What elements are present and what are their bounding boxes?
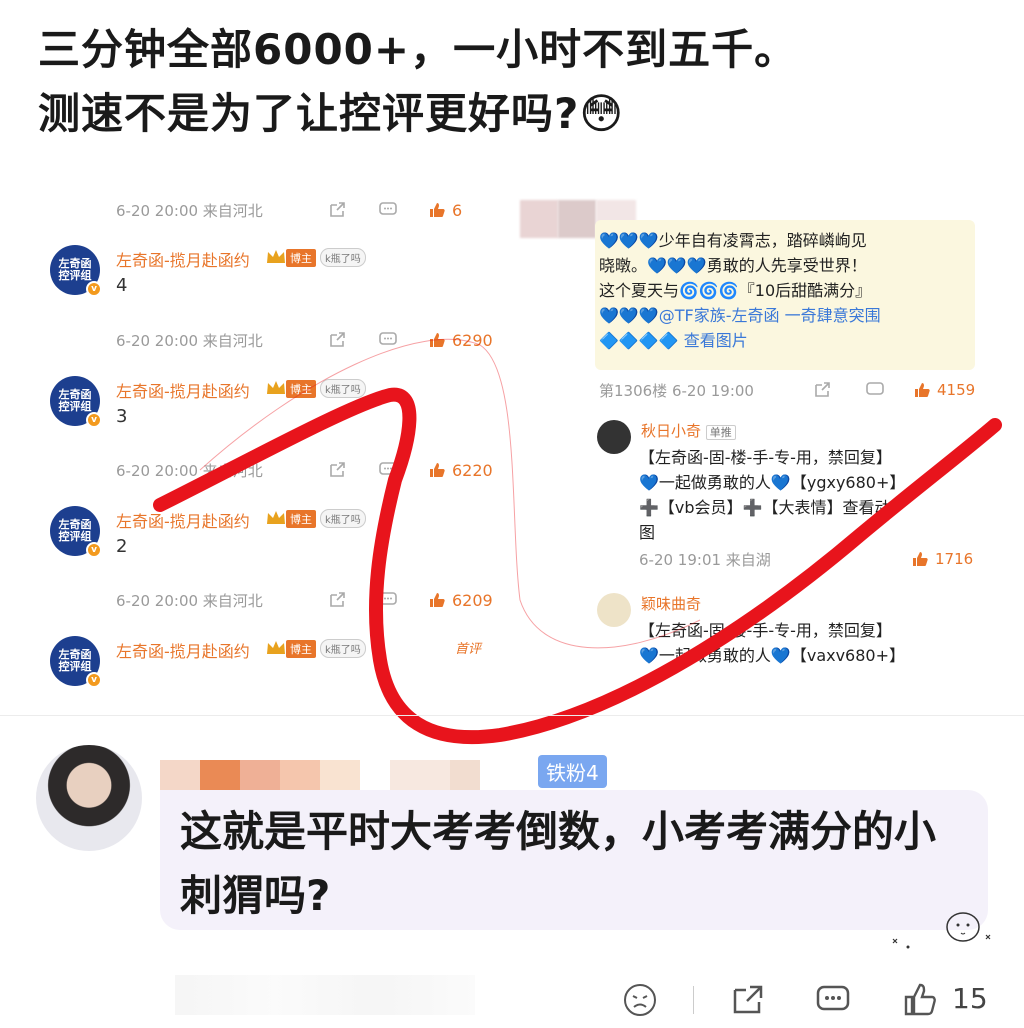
post-line-2: 测速不是为了让控评更好吗?😳 — [38, 89, 625, 138]
avatar — [597, 420, 631, 454]
comment-username: 左奇函-揽月赴函约 — [116, 382, 250, 401]
k-badge: k瓶了吗 — [320, 639, 366, 658]
embedded-left-column: 6-20 20:00 来自河北 6 左奇函控评组 v 左奇函-揽月赴函约 博主 k… — [40, 190, 510, 700]
sub-reply: 颖味曲奇 【左奇函-固-楼-手-专-用，禁回复】 💙一起做勇敢的人💙【vaxv6… — [595, 588, 990, 688]
divider — [0, 715, 1024, 716]
reply-meta: 6-20 19:01 来自湖 1716 — [639, 550, 974, 569]
comment-username: 左奇函-揽月赴函约 — [116, 512, 250, 531]
blurred-image — [558, 200, 596, 238]
embedded-screenshot[interactable]: 6-20 20:00 来自河北 6 左奇函控评组 v 左奇函-揽月赴函约 博主 k… — [40, 190, 990, 700]
share-icon — [330, 462, 345, 477]
comment-icon — [379, 202, 397, 215]
comment-icon — [379, 592, 397, 605]
host-badge: 博主 — [286, 510, 316, 528]
reply-text: 【左奇函-固-楼-手-专-用，禁回复】 💙一起做勇敢的人💙【ygxy680+】 … — [639, 448, 906, 542]
comment-time: 6-20 20:00 来自河北 — [116, 461, 263, 480]
first-comment-tag: 首评 — [455, 642, 482, 657]
separator — [693, 986, 694, 1014]
comment-username: 左奇函-揽月赴函约 — [116, 251, 250, 270]
thumbs-up-icon — [430, 593, 445, 607]
like-count: 6 — [428, 201, 462, 220]
comment-time: 6-20 20:00 来自河北 — [116, 331, 263, 350]
reply-text: 这就是平时大考考倒数，小考考满分的小刺猬吗? — [180, 807, 937, 920]
like-count: 1716 — [911, 550, 973, 568]
crown-icon — [267, 381, 285, 394]
post-text: 三分钟全部6000+，一小时不到五千。 测速不是为了让控评更好吗?😳 — [38, 18, 797, 146]
share-icon — [330, 332, 345, 347]
comment-icon — [379, 332, 397, 345]
quoted-post-text: 💙💙💙少年自有凌霄志，踏碎嶙峋见 晓暾。💙💙💙勇敢的人先享受世界！ 这个夏天与🌀… — [599, 228, 969, 353]
comment-meta-row: 6-20 20:00 来自河北 6290 — [116, 328, 496, 352]
like-count: 4159 — [913, 381, 975, 399]
like-count: 6209 — [428, 591, 493, 610]
k-badge: k瓶了吗 — [320, 248, 366, 267]
share-icon — [815, 382, 830, 397]
host-badge: 博主 — [286, 380, 316, 398]
comment-meta-row: 6-20 20:00 来自河北 6209 — [116, 588, 496, 612]
thumbs-up-icon — [430, 463, 445, 477]
comment-time: 6-20 20:00 来自河北 — [116, 201, 263, 220]
thumbs-up-icon — [430, 203, 445, 217]
share-icon — [330, 202, 345, 217]
clipped-section-header — [38, 700, 208, 720]
avatar[interactable] — [36, 745, 142, 851]
share-icon[interactable] — [730, 982, 766, 1018]
hedgehog-sticker-icon — [892, 912, 991, 949]
reply-username: 秋日小奇 单推 — [641, 420, 736, 441]
comment-meta-row: 6-20 20:00 来自河北 6 — [116, 198, 496, 222]
post-line-1: 三分钟全部6000+，一小时不到五千。 — [38, 25, 798, 74]
dislike-face-icon[interactable] — [622, 982, 658, 1018]
host-badge: 博主 — [286, 249, 316, 267]
host-badge: 博主 — [286, 640, 316, 658]
avatar: 左奇函控评组 v — [50, 506, 102, 558]
comment-text: 3 — [116, 406, 128, 427]
embedded-comment: 左奇函控评组 v 左奇函-揽月赴函约 博主 k瓶了吗 首评 — [50, 636, 510, 700]
avatar: 左奇函控评组 v — [50, 636, 102, 688]
k-badge: k瓶了吗 — [320, 509, 366, 528]
thumbs-up-icon[interactable] — [902, 982, 938, 1018]
comment-meta-row: 6-20 20:00 来自河北 6220 — [116, 458, 496, 482]
comment-icon — [379, 462, 397, 475]
embedded-right-column: 💙💙💙少年自有凌霄志，踏碎嶙峋见 晓暾。💙💙💙勇敢的人先享受世界！ 这个夏天与🌀… — [520, 190, 990, 700]
share-icon — [330, 592, 345, 607]
thumbs-up-icon — [915, 383, 930, 397]
fan-level-badge: 铁粉4 — [538, 755, 607, 788]
sub-reply: 秋日小奇 单推 【左奇函-固-楼-手-专-用，禁回复】 💙一起做勇敢的人💙【yg… — [595, 415, 990, 575]
comment-icon — [866, 382, 884, 395]
quoted-post-meta: 第1306楼 6-20 19:00 4159 — [599, 378, 979, 402]
k-badge: k瓶了吗 — [320, 379, 366, 398]
avatar — [597, 593, 631, 627]
like-count: 6290 — [428, 331, 493, 350]
like-count: 6220 — [428, 461, 493, 480]
crown-icon — [267, 641, 285, 654]
avatar: 左奇函控评组 v — [50, 245, 102, 297]
reply-text: 【左奇函-固-楼-手-专-用，禁回复】 💙一起做勇敢的人💙【vaxv680+】 — [639, 621, 906, 665]
comment-text: 4 — [116, 275, 128, 296]
view-image-link[interactable]: 🔷🔷🔷🔷 查看图片 — [599, 328, 969, 353]
action-bar: 15 — [0, 970, 1024, 1028]
comment-text: 2 — [116, 536, 128, 557]
reply-username: 颖味曲奇 — [641, 595, 702, 613]
comment-time: 6-20 20:00 来自河北 — [116, 591, 263, 610]
like-count: 15 — [952, 982, 988, 1015]
comment-username: 左奇函-揽月赴函约 — [116, 642, 250, 661]
comment-icon[interactable] — [815, 982, 851, 1018]
blurred-image — [520, 200, 558, 238]
avatar: 左奇函控评组 v — [50, 376, 102, 428]
crown-icon — [267, 250, 285, 263]
thumbs-up-icon — [430, 333, 445, 347]
crown-icon — [267, 511, 285, 524]
single-fan-badge: 单推 — [705, 425, 736, 440]
thumbs-up-icon — [913, 552, 928, 566]
floor-time: 第1306楼 6-20 19:00 — [599, 381, 754, 400]
